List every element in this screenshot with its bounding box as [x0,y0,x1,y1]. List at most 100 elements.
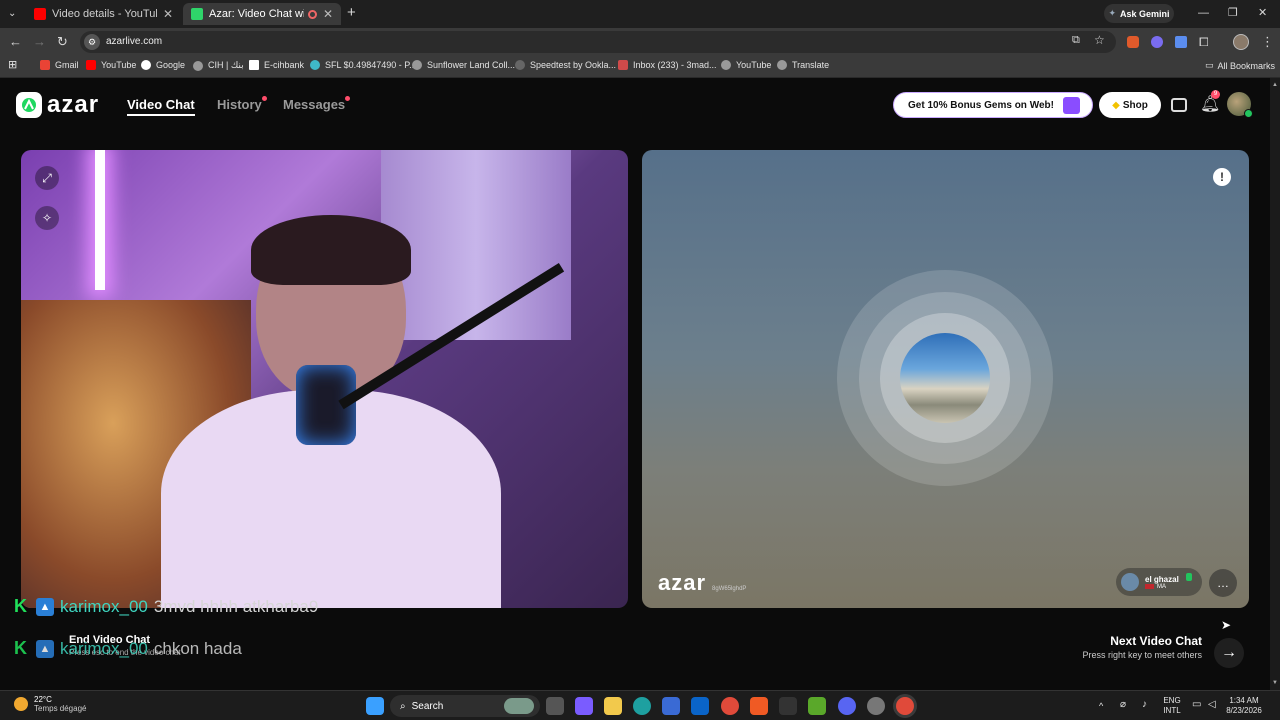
expand-icon[interactable]: ⤢ [35,166,59,190]
apps-grid-icon[interactable]: ⊞ [8,58,17,71]
tray-overflow-icon[interactable]: ^ [1099,701,1103,711]
minimize-icon[interactable]: — [1198,5,1209,21]
address-bar[interactable]: ⚙ azarlive.com ⧉ ☆ [80,31,1116,53]
google-icon [141,60,151,70]
next-video-chat-button[interactable]: Next Video Chat Press right key to meet … [1078,634,1248,668]
profile-avatar[interactable] [1233,34,1249,50]
promo-label: Get 10% Bonus Gems on Web! [908,99,1054,111]
install-icon[interactable]: ⧉ [1072,34,1080,47]
discord-icon[interactable] [838,697,856,715]
globe-icon [412,60,422,70]
partner-info-chip[interactable]: el ghazal MA [1116,568,1202,596]
bookmark-sunflower[interactable]: Sunflower Land Coll... [412,60,515,70]
matched-user-photo [900,333,990,423]
youtube-studio-icon [34,8,46,20]
azar-logo-icon [16,92,42,118]
page-scrollbar[interactable]: ▲ ▼ [1270,78,1280,690]
weather-desc: Temps dégagé [34,704,87,713]
extensions-puzzle-icon[interactable]: ⧠ [1199,34,1209,50]
extension-icon[interactable] [1175,36,1187,48]
bookmark-inbox[interactable]: Inbox (233) - 3mad... [618,60,717,70]
clock[interactable]: 1:34 AM 8/23/2026 [1224,696,1264,716]
tab-search-icon[interactable]: ⌄ [8,6,16,22]
bookmark-google[interactable]: Google [141,60,185,70]
bookmark-youtube-2[interactable]: YouTube [721,60,771,70]
arrow-right-icon: → [1214,638,1244,668]
forward-icon[interactable]: → [33,34,46,50]
gmail-icon [40,60,50,70]
bookmark-cih[interactable]: CIH | بنك [193,60,244,71]
bookmark-speedtest[interactable]: Speedtest by Ookla... [515,60,616,70]
nvidia-icon[interactable] [808,697,826,715]
file-explorer-icon[interactable] [604,697,622,715]
overlay-chat-line: K ▲ karimox_00 chkon hada [14,638,242,659]
bookmark-sfl[interactable]: SFL $0.49847490 - P... [310,60,417,70]
chrome-icon[interactable] [721,697,739,715]
weather-widget[interactable]: 22°C Temps dégagé [14,695,86,713]
report-icon[interactable]: ! [1213,168,1231,186]
bookmark-gmail[interactable]: Gmail [40,60,79,70]
volume-icon[interactable]: ◁ [1208,700,1216,710]
bookmark-ecihbank[interactable]: E-cihbank [249,60,304,70]
youtube-icon [86,60,96,70]
shop-button[interactable]: ◆ Shop [1099,92,1161,118]
next-app-icon[interactable] [779,697,797,715]
maximize-icon[interactable]: ❐ [1228,5,1238,21]
bookmark-star-icon[interactable]: ☆ [1094,33,1105,47]
language-indicator[interactable]: ENG INTL [1160,696,1184,716]
outlook-icon[interactable] [691,697,709,715]
task-view-icon[interactable] [546,697,564,715]
verified-badge-icon [1186,573,1192,581]
network-icon[interactable]: ⌀ [1120,700,1126,710]
inbox-box-icon[interactable] [1171,98,1187,112]
chat-bubble-button[interactable]: … [1209,569,1237,597]
edge-icon[interactable] [633,697,651,715]
reload-icon[interactable]: ↻ [57,34,68,50]
close-tab-icon[interactable]: ✕ [163,7,173,21]
new-tab-icon[interactable]: + [347,5,356,21]
bookmark-youtube[interactable]: YouTube [86,60,136,70]
all-bookmarks-button[interactable]: ▭ All Bookmarks [1205,60,1275,71]
close-window-icon[interactable]: ✕ [1258,5,1267,21]
nav-messages[interactable]: Messages [283,97,345,112]
store-icon[interactable] [662,697,680,715]
user-badge-icon: ▲ [36,597,54,616]
nav-history[interactable]: History [217,97,262,112]
messages-notification-dot [345,96,350,101]
history-notification-dot [262,96,267,101]
user-avatar[interactable] [1227,92,1253,118]
menu-kebab-icon[interactable]: ⋮ [1261,34,1274,50]
copilot-icon[interactable] [575,697,593,715]
bookmark-label: CIH | بنك [208,60,244,70]
brave-icon[interactable] [750,697,768,715]
site-info-icon[interactable]: ⚙ [84,34,100,50]
close-tab-icon[interactable]: ✕ [323,7,333,21]
weather-moon-icon [14,697,28,711]
back-icon[interactable]: ← [9,34,22,50]
weather-temp: 22°C [34,695,52,704]
tab-azar[interactable]: Azar: Video Chat with New ✕ [183,3,341,25]
ask-gemini-button[interactable]: ✦ Ask Gemini [1104,4,1174,23]
display-icon[interactable]: ▭ [1192,700,1201,710]
globe-icon [721,60,731,70]
settings-gear-icon[interactable] [867,697,885,715]
extension-icon[interactable] [1127,36,1139,48]
azar-logo[interactable]: azar [16,91,99,119]
mic-icon[interactable]: ♪ [1142,700,1147,710]
globe-icon [777,60,787,70]
bookmark-translate[interactable]: Translate [777,60,829,70]
gift-icon [1063,97,1080,114]
bookmark-label: Sunflower Land Coll... [427,60,516,70]
nav-video-chat[interactable]: Video Chat [127,97,195,116]
extension-icon[interactable] [1151,36,1163,48]
taskbar-search-box[interactable]: ⌕ Search [390,695,540,717]
chat-message: 3mvd hhhh atkharba9 [153,596,319,616]
remote-watermark: azar 8gW65lghdP [658,570,746,596]
chrome-active-icon[interactable] [896,697,914,715]
magic-wand-icon[interactable]: ✧ [35,206,59,230]
bookmarks-bar: ⊞ Gmail YouTube Google CIH | بنك E-cihba… [0,56,1280,78]
windows-start-icon[interactable] [366,697,384,715]
tab-youtube-studio[interactable]: Video details - YouTube Studio ✕ [26,3,181,25]
bonus-gems-promo-button[interactable]: Get 10% Bonus Gems on Web! [893,92,1093,118]
speedtest-icon [515,60,525,70]
